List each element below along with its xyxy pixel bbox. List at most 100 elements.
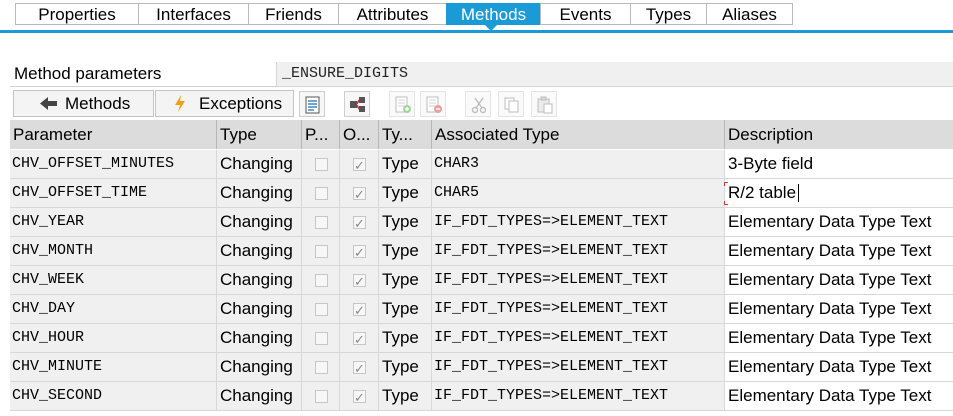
copy-icon[interactable] [498,91,524,117]
pass-value-checkbox[interactable] [315,361,328,374]
type-cell: Changing [217,237,302,265]
paste-icon[interactable] [531,91,557,117]
associated-type-cell[interactable]: IF_FDT_TYPES=>ELEMENT_TEXT [432,237,725,265]
parameter-cell: CHV_MINUTE [10,353,217,381]
back-arrow-icon [38,91,58,123]
delete-row-icon[interactable] [420,91,446,117]
methods-back-button[interactable]: Methods [13,90,154,117]
description-cell[interactable]: Elementary Data Type Text [725,208,953,236]
description-cell[interactable]: Elementary Data Type Text [725,324,953,352]
typing-cell: Type [379,382,432,410]
associated-type-cell[interactable]: IF_FDT_TYPES=>ELEMENT_TEXT [432,295,725,323]
parameter-cell: CHV_YEAR [10,208,217,236]
column-header-type[interactable]: Type [217,120,302,149]
typing-cell: Type [379,179,432,207]
type-cell: Changing [217,353,302,381]
divider [10,86,276,87]
associated-type-cell[interactable]: IF_FDT_TYPES=>ELEMENT_TEXT [432,324,725,352]
tab-friends[interactable]: Friends [248,3,338,25]
table-row[interactable]: CHV_OFFSET_TIMEChanging TypeCHAR5R/2 tabl… [10,179,953,208]
pass-value-checkbox[interactable] [315,187,328,200]
optional-checkbox[interactable] [353,327,366,352]
type-cell: Changing [217,208,302,236]
table-row[interactable]: CHV_DAYChanging TypeIF_FDT_TYPES=>ELEMENT… [10,295,953,324]
column-header-description[interactable]: Description [725,120,953,149]
pass-value-checkbox[interactable] [315,303,328,316]
parameter-cell: CHV_MONTH [10,237,217,265]
type-cell: Changing [217,295,302,323]
optional-cell [340,353,379,381]
pass-value-checkbox[interactable] [315,245,328,258]
text-caret [798,184,799,202]
tab-aliases[interactable]: Aliases [706,3,793,25]
tab-events[interactable]: Events [540,3,630,25]
optional-checkbox[interactable] [353,356,366,381]
table-row[interactable]: CHV_WEEKChanging TypeIF_FDT_TYPES=>ELEMEN… [10,266,953,295]
exceptions-button-label: Exceptions [199,94,283,113]
tab-interfaces[interactable]: Interfaces [138,3,248,25]
table-row[interactable]: CHV_MONTHChanging TypeIF_FDT_TYPES=>ELEME… [10,237,953,266]
description-cell[interactable]: 3-Byte field [725,150,953,178]
optional-cell [340,150,379,178]
pass-value-cell [302,353,340,381]
pass-value-cell [302,324,340,352]
description-cell[interactable]: Elementary Data Type Text [725,353,953,381]
table-row[interactable]: CHV_OFFSET_MINUTESChanging TypeCHAR33-Byt… [10,150,953,179]
associated-type-cell[interactable]: IF_FDT_TYPES=>ELEMENT_TEXT [432,208,725,236]
description-cell[interactable]: Elementary Data Type Text [725,382,953,410]
parameter-cell: CHV_HOUR [10,324,217,352]
pass-value-checkbox[interactable] [315,274,328,287]
optional-checkbox[interactable] [353,385,366,410]
parameter-cell: CHV_OFFSET_TIME [10,179,217,207]
column-header-parameter[interactable]: Parameter [10,120,217,149]
parameter-cell: CHV_DAY [10,295,217,323]
optional-cell [340,295,379,323]
cut-icon[interactable] [465,91,491,117]
tab-methods[interactable]: Methods [446,3,540,25]
detail-view-icon[interactable] [299,91,325,117]
pass-value-checkbox[interactable] [315,390,328,403]
typing-cell: Type [379,237,432,265]
tab-attributes[interactable]: Attributes [338,3,446,25]
pass-value-checkbox[interactable] [315,158,328,171]
optional-checkbox[interactable] [353,240,366,265]
associated-type-cell[interactable]: CHAR3 [432,150,725,178]
associated-type-cell[interactable]: IF_FDT_TYPES=>ELEMENT_TEXT [432,353,725,381]
optional-checkbox[interactable] [353,153,366,178]
associated-type-cell[interactable]: IF_FDT_TYPES=>ELEMENT_TEXT [432,382,725,410]
column-header-optional[interactable]: O... [340,120,379,149]
optional-cell [340,237,379,265]
exceptions-button[interactable]: Exceptions [155,90,294,117]
methods-button-label: Methods [65,94,131,113]
associated-type-cell[interactable]: CHAR5 [432,179,725,207]
table-row[interactable]: CHV_MINUTEChanging TypeIF_FDT_TYPES=>ELEM… [10,353,953,382]
method-parameters-label: Method parameters [14,64,162,83]
table-row[interactable]: CHV_SECONDChanging TypeIF_FDT_TYPES=>ELEM… [10,382,953,411]
associated-type-cell[interactable]: IF_FDT_TYPES=>ELEMENT_TEXT [432,266,725,294]
insert-row-icon[interactable] [389,91,415,117]
method-name-field[interactable]: _ENSURE_DIGITS [276,62,953,87]
column-header-pass-value[interactable]: P... [302,120,340,149]
optional-checkbox[interactable] [353,211,366,236]
table-row[interactable]: CHV_HOURChanging TypeIF_FDT_TYPES=>ELEMEN… [10,324,953,353]
pass-value-cell [302,208,340,236]
optional-checkbox[interactable] [353,182,366,207]
tab-properties[interactable]: Properties [15,3,138,25]
description-cell[interactable]: Elementary Data Type Text [725,266,953,294]
column-header-associated-type[interactable]: Associated Type [432,120,725,149]
column-header-typing[interactable]: Ty... [379,120,432,149]
description-cell[interactable]: Elementary Data Type Text [725,237,953,265]
tab-types[interactable]: Types [630,3,706,25]
optional-cell [340,208,379,236]
lightning-icon [173,91,187,123]
where-used-icon[interactable] [344,91,370,117]
tab-strip: Properties Interfaces Friends Attributes… [0,0,953,34]
description-cell[interactable]: Elementary Data Type Text [725,295,953,323]
tab-underline [0,30,953,33]
description-cell[interactable]: R/2 table [725,179,953,207]
optional-checkbox[interactable] [353,298,366,323]
optional-checkbox[interactable] [353,269,366,294]
pass-value-checkbox[interactable] [315,332,328,345]
table-row[interactable]: CHV_YEARChanging TypeIF_FDT_TYPES=>ELEMEN… [10,208,953,237]
pass-value-checkbox[interactable] [315,216,328,229]
